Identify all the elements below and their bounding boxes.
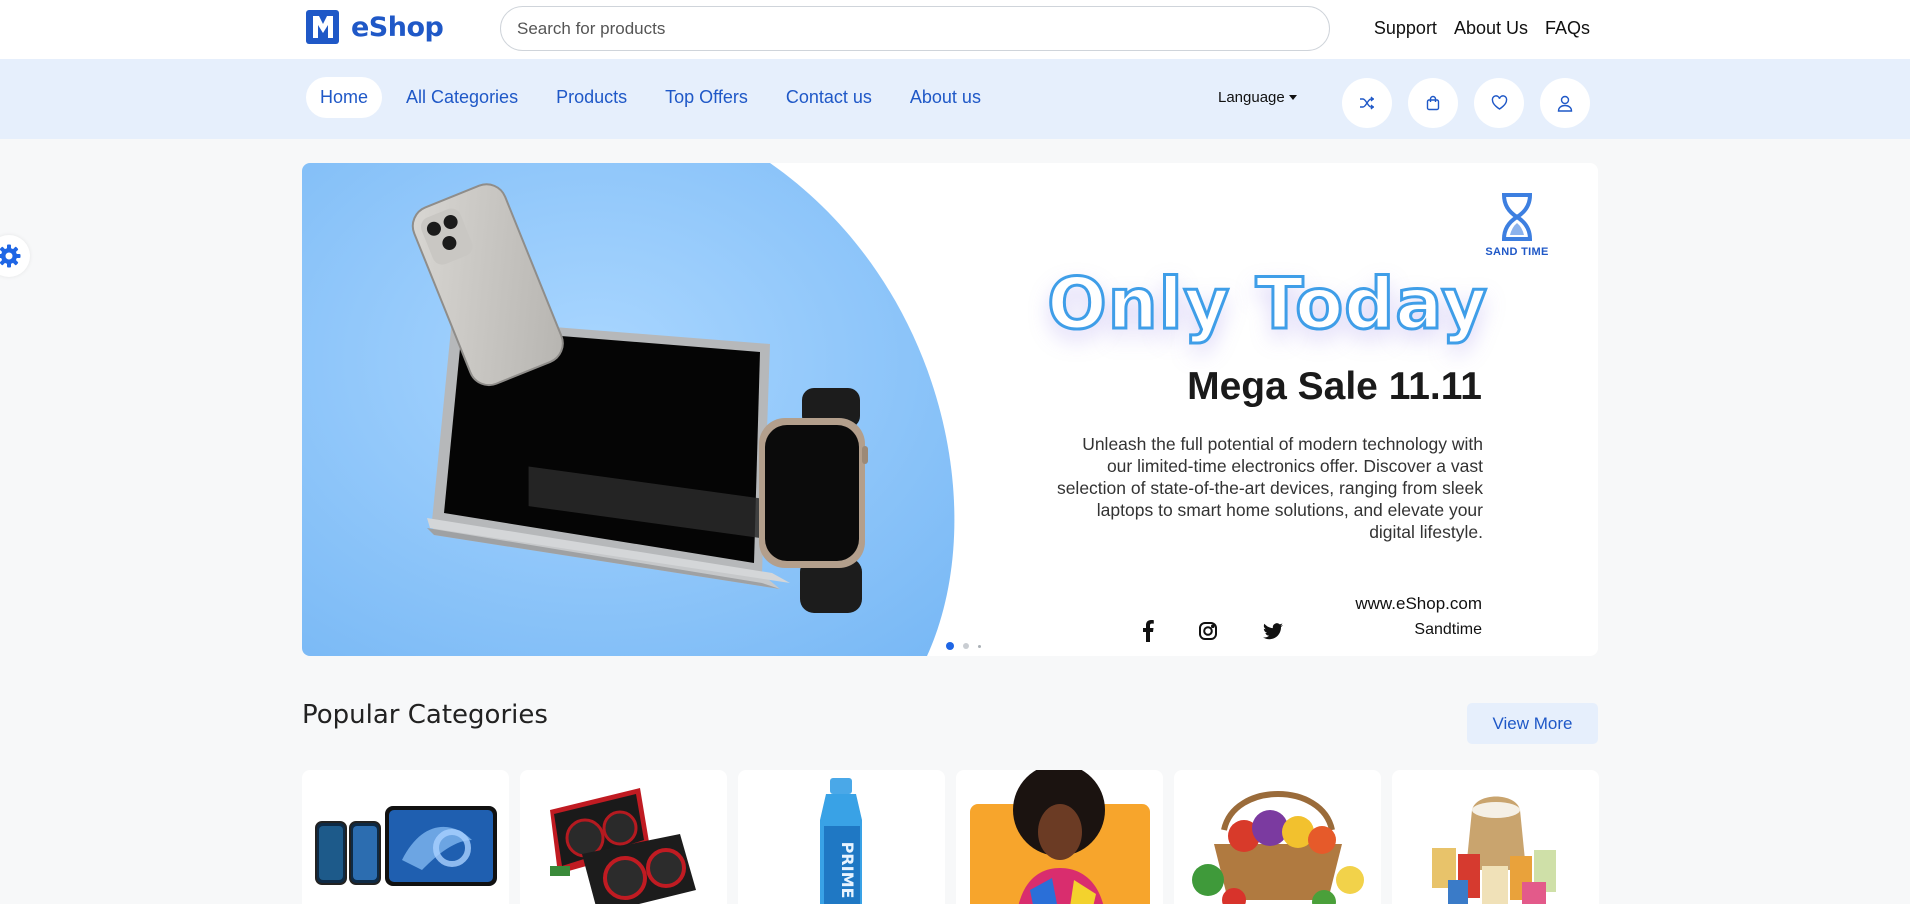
nav-bar: Home All Categories Products Top Offers … [0, 59, 1910, 139]
caret-down-icon [1288, 95, 1297, 100]
category-card-groceries[interactable] [1392, 770, 1599, 904]
language-dropdown[interactable]: Language [1218, 89, 1297, 106]
electronics-image [315, 806, 497, 886]
top-bar: eShop Support About Us FAQs [0, 0, 1910, 59]
carousel-dots [946, 642, 981, 650]
hero-website: www.eShop.com [1355, 594, 1482, 613]
cart-button[interactable] [1408, 78, 1458, 128]
category-card-fruits-vegetables[interactable] [1174, 770, 1381, 904]
nav-item-all-categories[interactable]: All Categories [392, 77, 532, 118]
main-nav: Home All Categories Products Top Offers … [306, 77, 1005, 118]
graphics-cards-image [550, 788, 696, 904]
svg-text:PRIME: PRIME [838, 842, 857, 899]
instagram-icon[interactable] [1195, 618, 1221, 644]
heart-icon [1491, 95, 1507, 110]
hero-banner[interactable]: SAND TIME Only Today Mega Sale 11.11 Unl… [302, 163, 1598, 656]
logo-icon [306, 10, 339, 44]
fashion-image [970, 770, 1150, 904]
support-link[interactable]: Support [1374, 18, 1437, 39]
category-cards: PRIME [302, 770, 1599, 904]
view-more-button[interactable]: View More [1467, 703, 1598, 744]
about-us-link[interactable]: About Us [1454, 18, 1528, 39]
logo-text: eShop [351, 11, 444, 43]
popular-categories-title: Popular Categories [302, 700, 548, 730]
nav-item-about-us[interactable]: About us [896, 77, 995, 118]
wishlist-button[interactable] [1474, 78, 1524, 128]
hero-title: Only Today [1046, 262, 1489, 347]
nav-item-products[interactable]: Products [542, 77, 641, 118]
shuffle-icon [1360, 96, 1374, 110]
top-links: Support About Us FAQs [1374, 18, 1590, 39]
nav-item-contact-us[interactable]: Contact us [772, 77, 886, 118]
account-button[interactable] [1540, 78, 1590, 128]
faqs-link[interactable]: FAQs [1545, 18, 1590, 39]
fruits-vegetables-image [1192, 791, 1364, 904]
nav-item-top-offers[interactable]: Top Offers [651, 77, 762, 118]
nav-item-home[interactable]: Home [306, 77, 383, 118]
twitter-icon[interactable] [1260, 618, 1286, 644]
category-card-graphics-cards[interactable] [520, 770, 727, 904]
hero-subtitle: Mega Sale 11.11 [1187, 365, 1482, 408]
language-label: Language [1218, 89, 1285, 106]
bag-icon [1426, 95, 1440, 111]
category-card-fashion[interactable] [956, 770, 1163, 904]
carousel-dot-3[interactable] [978, 644, 981, 648]
gear-icon [0, 244, 21, 268]
search-input[interactable] [500, 6, 1330, 51]
category-card-drinks[interactable]: PRIME [738, 770, 945, 904]
settings-toggle[interactable] [0, 235, 30, 277]
hourglass-icon [1501, 193, 1533, 241]
sand-time-logo: SAND TIME [1477, 193, 1557, 258]
carousel-dot-1[interactable] [946, 642, 954, 650]
drinks-image: PRIME [820, 778, 862, 904]
logo[interactable]: eShop [306, 10, 444, 44]
hero-description: Unleash the full potential of modern tec… [1056, 434, 1483, 542]
category-card-electronics[interactable] [302, 770, 509, 904]
user-icon [1557, 95, 1573, 112]
hero-artwork [302, 163, 955, 656]
compare-button[interactable] [1342, 78, 1392, 128]
carousel-dot-2[interactable] [963, 643, 969, 649]
groceries-image [1432, 796, 1556, 904]
facebook-icon[interactable] [1135, 618, 1161, 644]
hero-brand-name: Sandtime [1414, 621, 1482, 638]
